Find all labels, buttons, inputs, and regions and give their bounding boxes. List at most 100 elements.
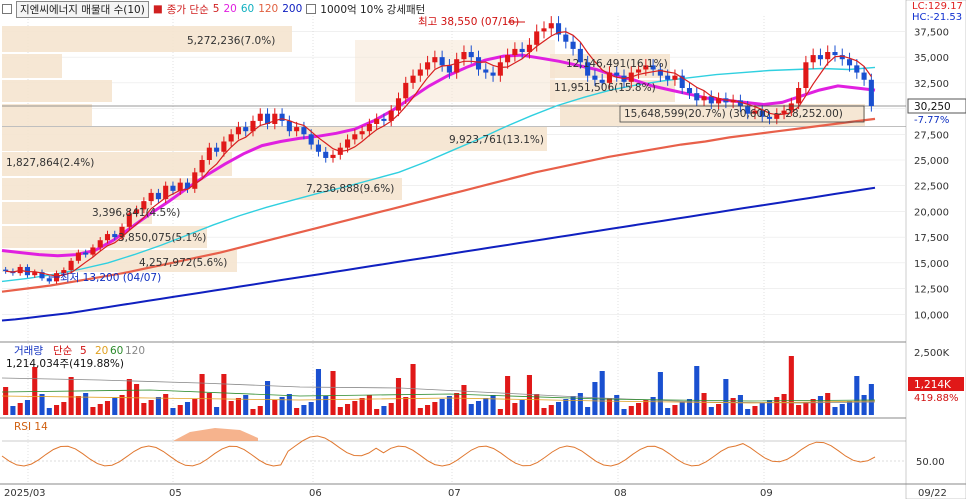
volume-bar (621, 409, 627, 415)
volume-bar (512, 403, 518, 415)
volume-bar (97, 404, 103, 415)
volume-bar (257, 406, 263, 415)
volume-bar (83, 393, 89, 415)
ma-120[interactable]: 120 (258, 3, 278, 15)
stock-title[interactable]: 지엔씨에너지 매물대 수(10) (16, 0, 149, 18)
volume-bar (541, 408, 547, 415)
volume-bar (432, 402, 438, 415)
candle (570, 41, 576, 49)
candle (454, 59, 460, 73)
volume-bar (228, 401, 234, 415)
volume-bar (104, 401, 111, 415)
volume-bar (825, 393, 831, 415)
volume-bar (446, 396, 452, 415)
chart-canvas[interactable]: 37,50035,00032,50030,00027,50025,00022,5… (0, 0, 966, 500)
volume-profile-label: 1,827,864(2.4%) (6, 157, 94, 169)
volume-bar (374, 409, 380, 415)
volume-bar (475, 401, 482, 415)
candle (446, 65, 452, 73)
candle (235, 127, 241, 135)
candle (112, 234, 118, 238)
volume-ma-period: 120 (125, 345, 145, 357)
candle (381, 118, 387, 121)
candle (206, 147, 212, 160)
time-tick-label: 2025/03 (4, 488, 46, 499)
price-range-label: (30,600 ~ 28,252.00) (729, 108, 843, 120)
ma-label[interactable]: 종가 단순 (167, 2, 209, 17)
volume-bar (75, 396, 81, 415)
candle (345, 139, 351, 148)
volume-profile-label: 5,272,236(7.0%) (187, 35, 275, 47)
volume-bar (519, 400, 525, 415)
volume-profile-label: 3,850,075(5.1%) (118, 232, 206, 244)
rsi-title: RSI 14 (14, 421, 48, 433)
volume-bar (657, 372, 663, 415)
volume-bar (425, 405, 431, 415)
volume-bar (126, 379, 132, 415)
candle (694, 93, 700, 101)
volume-bar (243, 395, 249, 415)
ma-200[interactable]: 200 (282, 3, 302, 15)
volume-profile-label: 15,648,599(20.7%) (624, 108, 726, 120)
volume-bar (134, 384, 140, 415)
volume-bar (759, 403, 765, 415)
time-tick-label: 09/22 (918, 488, 947, 499)
lc-value: LC:129.17 (912, 1, 963, 12)
stock-chart-window[interactable]: 37,50035,00032,50030,00027,50025,00022,5… (0, 0, 966, 500)
price-tick-label: 12,500 (914, 285, 949, 296)
candle (614, 72, 620, 76)
candle (686, 88, 693, 94)
price-tick-label: 17,500 (914, 233, 949, 244)
ma-20[interactable]: 20 (223, 3, 236, 15)
time-tick-label: 07 (448, 488, 461, 499)
candle (701, 96, 707, 101)
candle (308, 134, 314, 145)
volume-ma-period: 5 (80, 345, 87, 357)
volume-bar (192, 399, 198, 415)
volume-bar (483, 398, 489, 415)
volume-current: 1,214K (914, 379, 952, 391)
candle (170, 185, 176, 191)
volume-bar (184, 402, 191, 415)
volume-bar (352, 401, 358, 415)
time-tick-label: 09 (760, 488, 773, 499)
time-tick-label: 06 (309, 488, 322, 499)
candle (243, 127, 249, 132)
volume-bar (439, 399, 445, 415)
volume-bar (526, 375, 532, 415)
ma-60[interactable]: 60 (241, 3, 254, 15)
candle (868, 79, 874, 106)
volume-bar (221, 374, 227, 415)
checkbox-icon[interactable] (306, 4, 317, 14)
ma-5[interactable]: 5 (213, 3, 220, 15)
candle (846, 59, 853, 66)
low-annotation: 최저 13,200 (04/07) (60, 272, 161, 284)
volume-bar (817, 396, 823, 415)
volume-bar (155, 397, 161, 415)
volume-bar (490, 395, 496, 415)
candle (83, 252, 89, 255)
price-tick-label: 15,000 (914, 259, 949, 270)
price-tick-label: 10,000 (914, 310, 949, 321)
volume-bar (803, 402, 809, 415)
volume-bar (846, 401, 853, 415)
volume-profile-bar (2, 54, 62, 78)
volume-bar (752, 406, 758, 415)
checkbox-icon[interactable] (2, 4, 12, 14)
volume-bar (694, 366, 700, 415)
volume-bar (206, 393, 212, 415)
candle (490, 72, 496, 76)
candle (148, 192, 154, 202)
candle (519, 48, 525, 52)
volume-bar (388, 403, 394, 415)
pattern-label[interactable]: 1000억 10% 강세패턴 (320, 2, 425, 17)
volume-bar (170, 408, 176, 415)
price-tick-label: 27,500 (914, 130, 949, 141)
volume-bar (17, 403, 23, 415)
volume-bar (32, 367, 38, 415)
candle (548, 23, 554, 29)
candle (286, 120, 292, 132)
candle (810, 55, 816, 63)
volume-bar (148, 400, 154, 415)
candle (505, 55, 511, 63)
